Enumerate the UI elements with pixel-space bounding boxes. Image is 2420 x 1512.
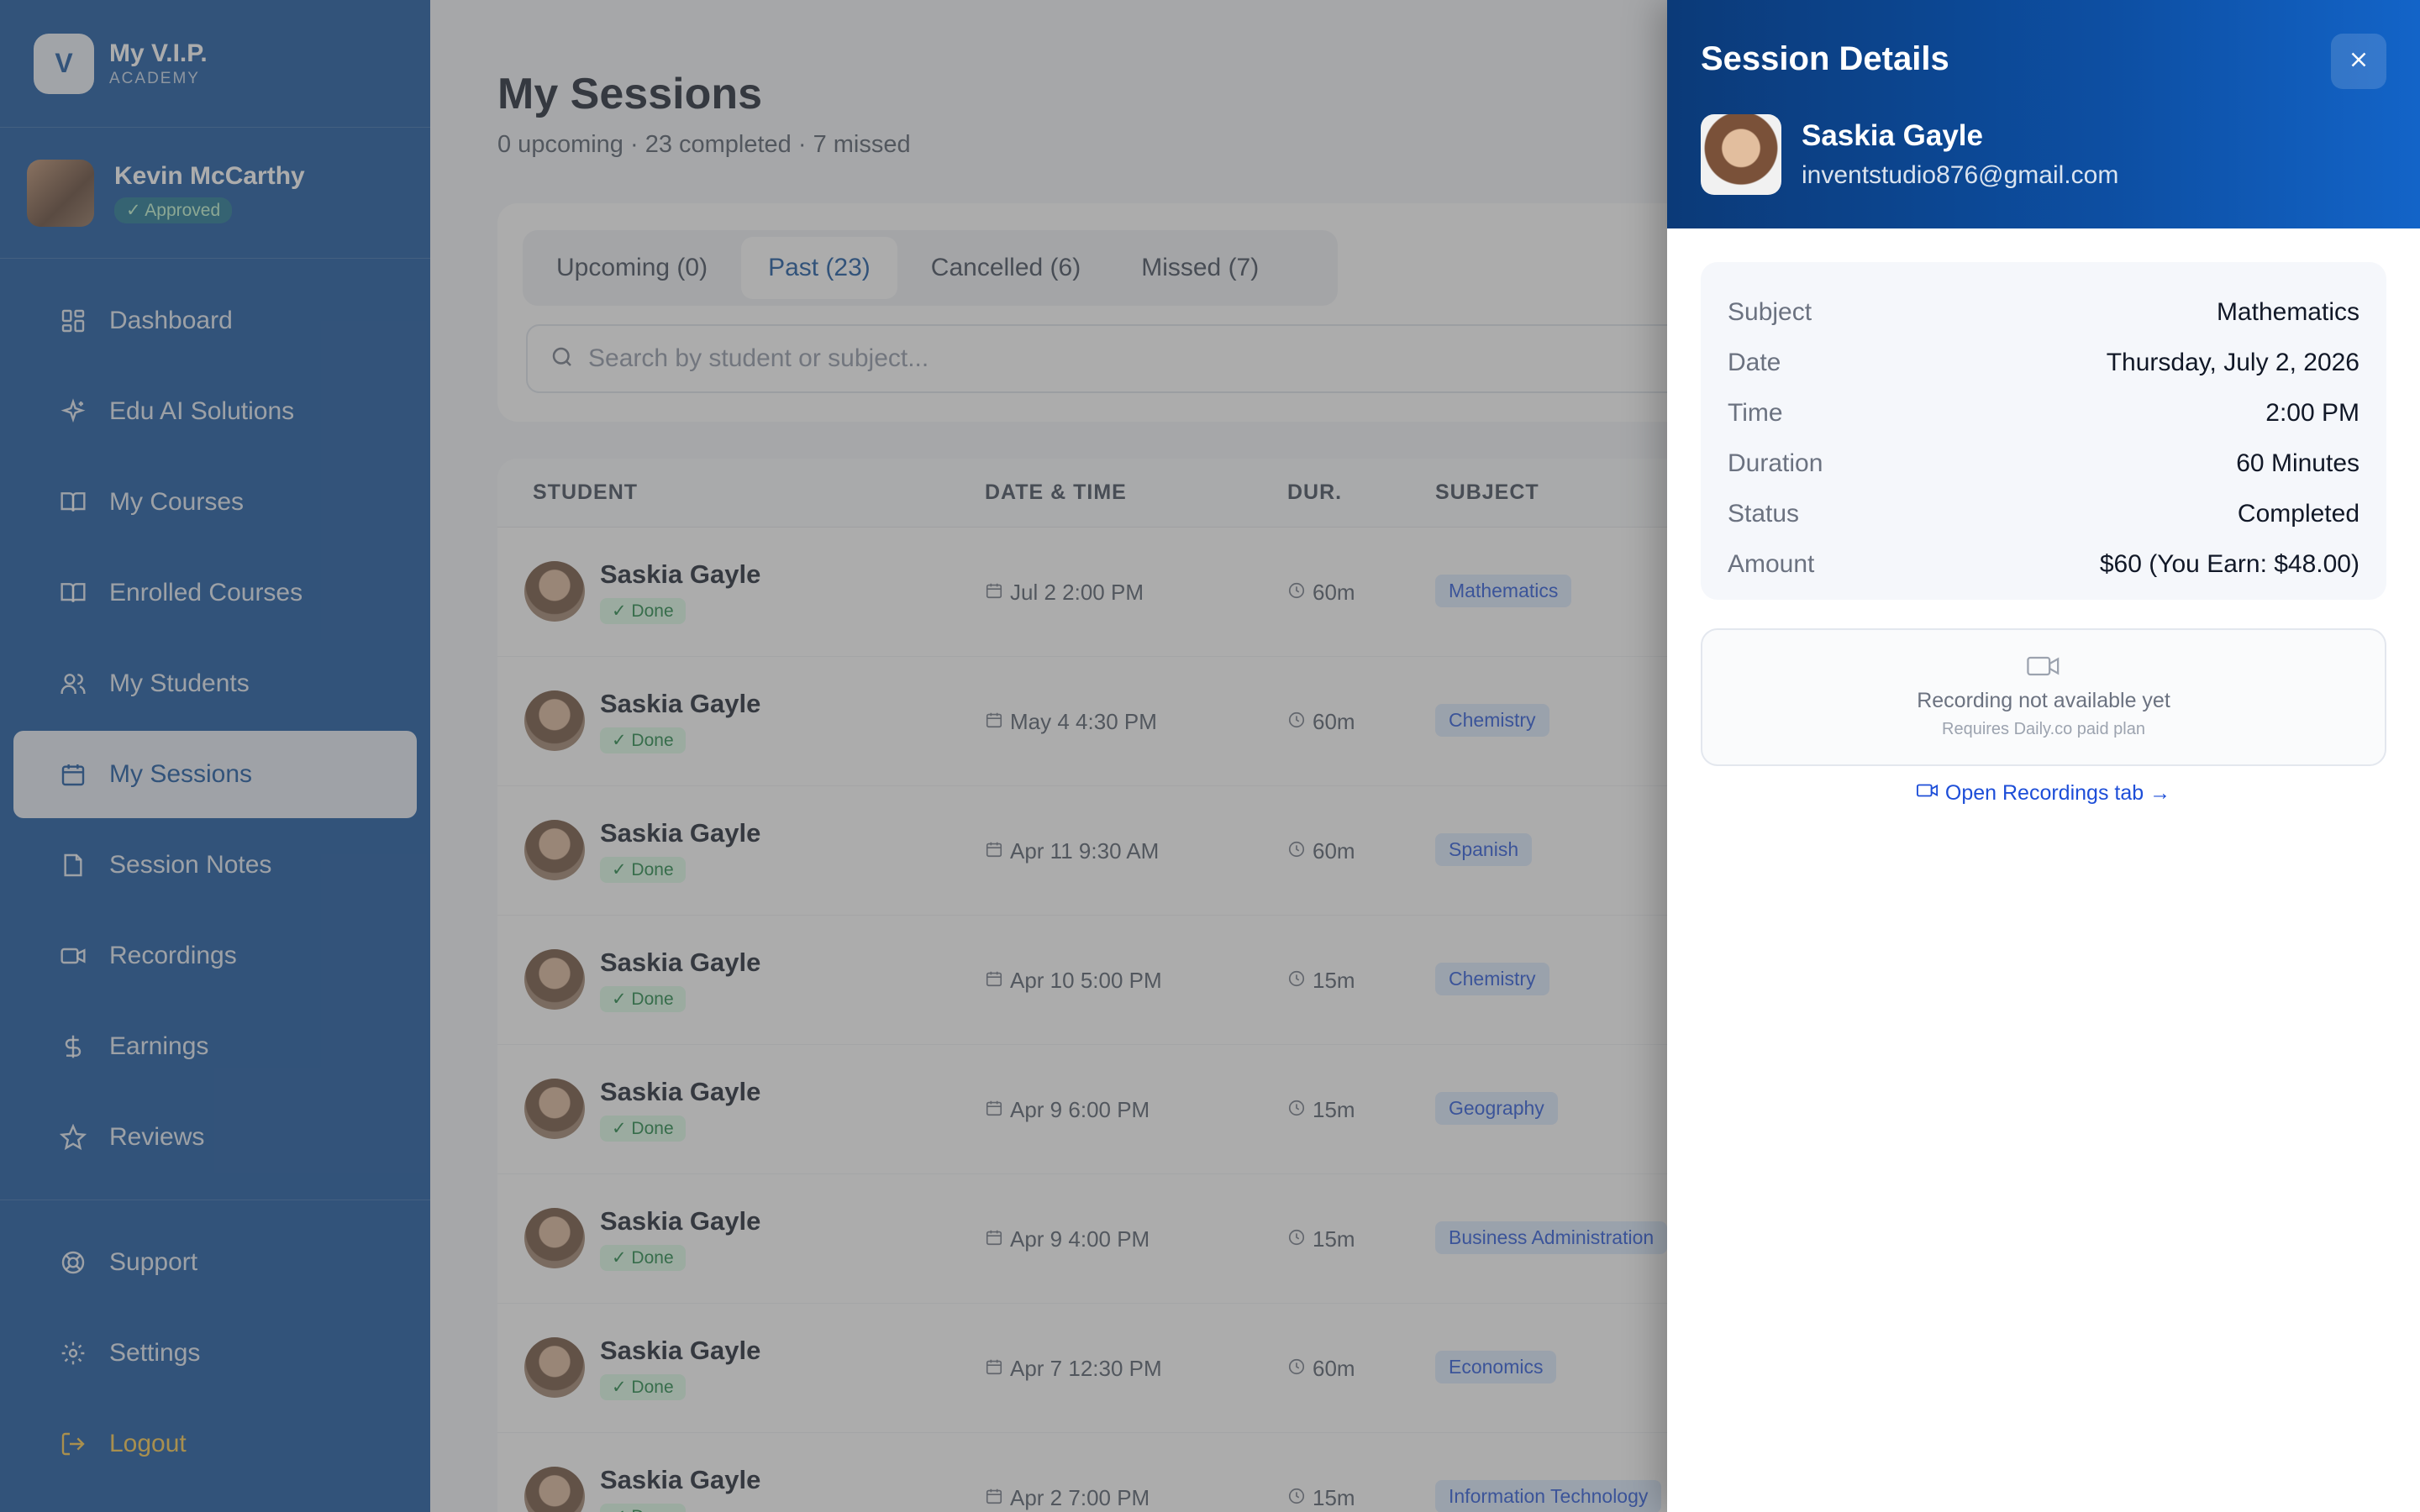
detail-value: 2:00 PM: [2265, 399, 2360, 427]
detail-row-status: Status Completed: [1728, 489, 2360, 539]
detail-value: 60 Minutes: [2236, 449, 2360, 477]
detail-label: Subject: [1728, 298, 1812, 326]
video-icon: [1702, 654, 2385, 680]
detail-row-amount: Amount $60 (You Earn: $48.00): [1728, 539, 2360, 590]
recording-note: Requires Daily.co paid plan: [1942, 720, 2145, 738]
student-name: Saskia Gayle: [1802, 119, 1983, 152]
detail-label: Amount: [1728, 550, 1815, 578]
detail-row-time: Time 2:00 PM: [1728, 388, 2360, 438]
detail-value: $60 (You Earn: $48.00): [2099, 550, 2360, 578]
detail-row-duration: Duration 60 Minutes: [1728, 438, 2360, 489]
detail-label: Status: [1728, 500, 1800, 528]
detail-label: Time: [1728, 399, 1783, 427]
detail-label: Date: [1728, 349, 1781, 376]
detail-value: Completed: [2237, 500, 2360, 528]
video-icon: [1916, 781, 1945, 806]
drawer-header: Session Details Saskia Gayle inventstudi…: [1667, 0, 2420, 228]
detail-row-date: Date Thursday, July 2, 2026: [1728, 338, 2360, 388]
avatar: [1701, 114, 1781, 195]
session-details-drawer: Session Details Saskia Gayle inventstudi…: [1667, 0, 2420, 1512]
recording-status: Recording not available yet: [1917, 689, 2170, 712]
recording-placeholder: Recording not available yet Requires Dai…: [1701, 628, 2386, 766]
session-details-card: Subject Mathematics Date Thursday, July 2,…: [1701, 262, 2386, 600]
close-icon: [2346, 47, 2371, 76]
open-recordings-link[interactable]: Open Recordings tab →: [1667, 781, 2420, 806]
open-recordings-label: Open Recordings tab →: [1944, 781, 2171, 805]
student-email: inventstudio876@gmail.com: [1802, 161, 2119, 189]
detail-row-subject: Subject Mathematics: [1728, 287, 2360, 338]
drawer-title: Session Details: [1701, 40, 1949, 77]
detail-value: Mathematics: [2216, 298, 2360, 326]
detail-label: Duration: [1728, 449, 1823, 477]
close-button[interactable]: [2331, 34, 2386, 89]
detail-value: Thursday, July 2, 2026: [2106, 349, 2360, 376]
